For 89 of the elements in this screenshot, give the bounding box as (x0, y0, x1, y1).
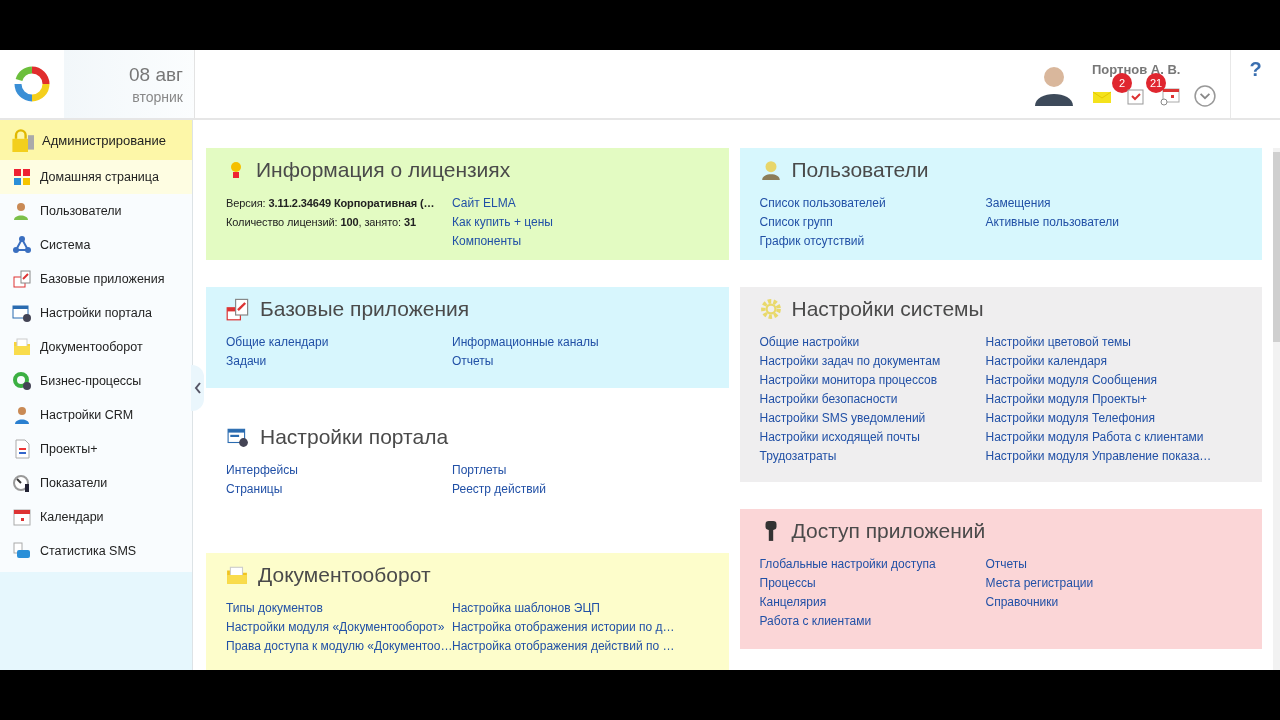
sidebar-item[interactable]: Показатели (0, 466, 192, 500)
lock-icon (10, 128, 34, 152)
settings-link[interactable]: Настройки модуля Сообщения (985, 371, 1263, 390)
sidebar-item[interactable]: Бизнес-процессы (0, 364, 192, 398)
settings-link[interactable]: Настройки модуля Проекты+ (985, 390, 1263, 409)
settings-link[interactable]: Настройки модуля Работа с клиентами (985, 428, 1263, 447)
settings-link[interactable]: Отчеты (985, 555, 1263, 574)
license-info: Версия: 3.11.2.34649 Корпоративная (… (226, 196, 436, 211)
folder-icon (226, 564, 248, 586)
card-title: Документооборот (258, 563, 431, 587)
settings-link[interactable]: График отсутствий (759, 232, 986, 251)
gear-icon (759, 298, 782, 320)
sidebar-item[interactable]: Проекты+ (0, 432, 192, 466)
calendar-icon (226, 297, 250, 321)
sidebar-title: Администрирование (42, 132, 166, 148)
settings-link[interactable]: Трудозатраты (759, 447, 986, 466)
calendar-icon (12, 507, 32, 527)
settings-link[interactable]: Процессы (759, 574, 986, 593)
settings-link[interactable]: Настройка шаблонов ЭЦП (452, 599, 729, 618)
settings-link[interactable]: Типы документов (226, 599, 452, 618)
sidebar-item[interactable]: Система (0, 228, 192, 262)
calendar-icon (12, 269, 32, 289)
chevron-down-icon[interactable] (1194, 84, 1216, 107)
settings-link[interactable]: Места регистрации (985, 574, 1263, 593)
settings-link[interactable]: Настройки безопасности (759, 390, 986, 409)
sms-icon (12, 541, 32, 561)
nodes-icon (12, 235, 32, 255)
scrollbar-thumb[interactable] (1273, 152, 1280, 342)
document-icon (12, 439, 32, 459)
card-title: Пользователи (791, 158, 929, 182)
settings-link[interactable]: Общие настройки (759, 333, 986, 352)
sidebar-item[interactable]: Настройки CRM (0, 398, 192, 432)
settings-link[interactable]: Настройки модуля Телефония (985, 409, 1263, 428)
settings-link[interactable]: Настройки цветовой темы (985, 333, 1263, 352)
grid-gear-icon (12, 303, 32, 323)
settings-link[interactable]: Активные пользователи (985, 213, 1263, 232)
settings-link[interactable]: Замещения (985, 194, 1263, 213)
settings-link[interactable]: Права доступа к модулю «Документоо… (226, 637, 452, 656)
tiles-icon (12, 167, 32, 187)
settings-link[interactable]: Информационные каналы (452, 333, 729, 352)
settings-link[interactable]: Отчеты (452, 352, 729, 371)
sidebar-item[interactable]: Календари (0, 500, 192, 534)
gauge-icon (12, 473, 32, 493)
settings-link[interactable]: Настройки исходящей почты (759, 428, 986, 447)
settings-link[interactable]: Настройки модуля «Документооборот» (226, 618, 452, 637)
folder-icon (12, 337, 32, 357)
settings-link[interactable]: Работа с клиентами (759, 612, 986, 631)
settings-link[interactable]: Задачи (226, 352, 452, 371)
card-title: Базовые приложения (260, 297, 470, 321)
settings-link[interactable]: Портлеты (452, 461, 729, 480)
grid-gear-icon (226, 426, 250, 448)
settings-link[interactable]: Настройки монитора процессов (759, 371, 986, 390)
person-icon (12, 405, 32, 425)
settings-link[interactable]: Список групп (759, 213, 986, 232)
settings-link[interactable]: Список пользователей (759, 194, 986, 213)
collapse-handle[interactable] (191, 365, 204, 411)
settings-link[interactable]: Настройки задач по документам (759, 352, 986, 371)
ring-gear-icon (12, 371, 32, 391)
settings-link[interactable]: Настройки модуля Управление показа… (985, 447, 1263, 466)
sidebar-item[interactable]: Документооборот (0, 330, 192, 364)
settings-link[interactable]: Глобальные настройки доступа (759, 555, 986, 574)
settings-link[interactable]: Общие календари (226, 333, 452, 352)
settings-link[interactable]: Канцелярия (759, 593, 986, 612)
settings-link[interactable]: Настройки календаря (985, 352, 1263, 371)
sidebar-item[interactable]: Статистика SMS (0, 534, 192, 568)
sidebar-item[interactable]: Базовые приложения (0, 262, 192, 296)
sidebar-item[interactable]: Домашняя страница (0, 160, 192, 194)
card-title: Настройки системы (791, 297, 984, 321)
settings-link[interactable]: Настройка отображения действий по … (452, 637, 729, 656)
help-link[interactable]: ? (1249, 58, 1262, 82)
settings-link[interactable]: Компоненты (452, 232, 729, 251)
person-icon (759, 159, 782, 181)
settings-link[interactable]: Реестр действий (452, 480, 729, 499)
settings-link[interactable]: Интерфейсы (226, 461, 452, 480)
card-title: Доступ приложений (791, 519, 986, 543)
settings-link[interactable]: Настройки SMS уведомлений (759, 409, 986, 428)
settings-link[interactable]: Справочники (985, 593, 1263, 612)
date: 08 авг (129, 63, 183, 86)
license-info: Количество лицензий: 100, занято: 31 (226, 215, 417, 230)
settings-link[interactable]: Настройка отображения истории по д… (452, 618, 729, 637)
weekday: вторник (132, 88, 183, 105)
card-title: Информация о лицензиях (256, 158, 511, 182)
sidebar-item[interactable]: Пользователи (0, 194, 192, 228)
calendar-icon[interactable] (1160, 85, 1180, 106)
card-title: Настройки портала (260, 425, 449, 449)
settings-link[interactable]: Страницы (226, 480, 452, 499)
settings-link[interactable]: Сайт ELMA (452, 194, 729, 213)
sidebar-item[interactable]: Настройки портала (0, 296, 192, 330)
settings-link[interactable]: Как купить + цены (452, 213, 729, 232)
